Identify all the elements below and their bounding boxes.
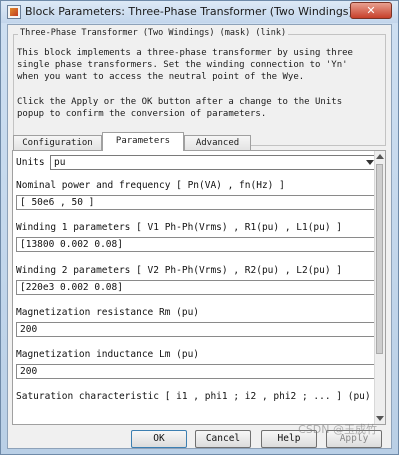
watermark: CSDN @玉成竹	[298, 423, 377, 436]
dialog-client-area: Three-Phase Transformer (Two Windings) (…	[7, 24, 392, 449]
dialog-window: Block Parameters: Three-Phase Transforme…	[0, 0, 399, 455]
ok-button[interactable]: OK	[131, 430, 187, 448]
tab-configuration[interactable]: Configuration	[13, 135, 102, 150]
magnetization-inductance-input[interactable]: 200	[16, 364, 379, 379]
magnetization-resistance-label: Magnetization resistance Rm (pu)	[16, 307, 200, 318]
winding2-label: Winding 2 parameters [ V2 Ph-Ph(Vrms) , …	[16, 265, 343, 276]
winding1-input[interactable]: [13800 0.002 0.08]	[16, 237, 379, 252]
tab-strip: Configuration Parameters Advanced	[13, 132, 383, 151]
units-label: Units	[16, 157, 45, 168]
winding2-input[interactable]: [220e3 0.002 0.08]	[16, 280, 379, 295]
chevron-down-icon	[366, 160, 374, 165]
close-button[interactable]: ✕	[350, 2, 392, 19]
tab-parameters[interactable]: Parameters	[102, 132, 184, 151]
tab-advanced[interactable]: Advanced	[184, 135, 251, 150]
title-bar[interactable]: Block Parameters: Three-Phase Transforme…	[1, 1, 398, 23]
saturation-characteristic-label: Saturation characteristic [ i1 , phi1 ; …	[16, 391, 371, 402]
vertical-scrollbar[interactable]	[374, 151, 385, 424]
simulink-app-icon	[7, 5, 21, 19]
window-title: Block Parameters: Three-Phase Transforme…	[25, 5, 353, 18]
cancel-button[interactable]: Cancel	[195, 430, 251, 448]
scrollbar-thumb[interactable]	[376, 164, 383, 354]
scroll-up-arrow-icon[interactable]	[376, 154, 384, 159]
units-dropdown[interactable]: pu	[50, 155, 378, 170]
nominal-power-label: Nominal power and frequency [ Pn(VA) , f…	[16, 180, 285, 191]
units-selected-value: pu	[54, 157, 66, 168]
group-legend: Three-Phase Transformer (Two Windings) (…	[18, 28, 289, 38]
winding1-label: Winding 1 parameters [ V1 Ph-Ph(Vrms) , …	[16, 222, 343, 233]
magnetization-inductance-label: Magnetization inductance Lm (pu)	[16, 349, 200, 360]
magnetization-resistance-input[interactable]: 200	[16, 322, 379, 337]
units-note: Click the Apply or the OK button after a…	[17, 97, 343, 119]
scroll-down-arrow-icon[interactable]	[376, 416, 384, 421]
parameters-panel: Units pu Nominal power and frequency [ P…	[12, 150, 386, 425]
nominal-power-input[interactable]: [ 50e6 , 50 ]	[16, 195, 379, 210]
block-description: This block implements a three-phase tran…	[17, 48, 353, 82]
